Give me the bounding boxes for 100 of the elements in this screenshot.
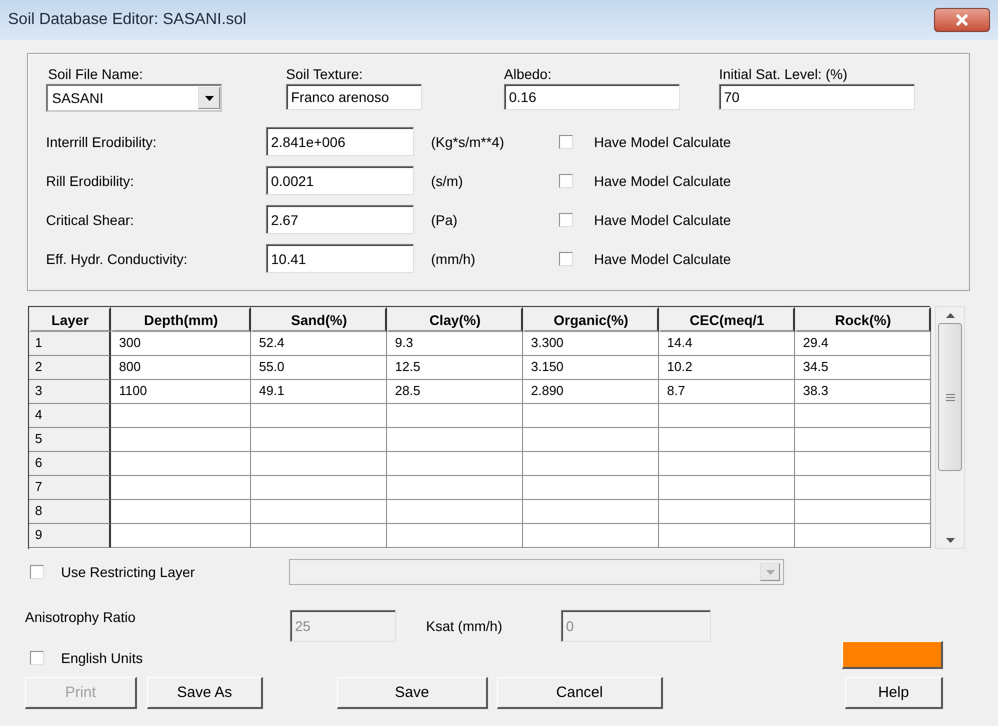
- table-cell[interactable]: 55.0: [251, 356, 387, 380]
- text-field[interactable]: Franco arenoso: [286, 84, 422, 110]
- table-cell[interactable]: 10.2: [659, 356, 795, 380]
- unit-label: (mm/h): [431, 250, 476, 266]
- checkbox[interactable]: [559, 252, 573, 266]
- parameter-field[interactable]: 0.0021: [266, 166, 414, 195]
- table-cell[interactable]: [111, 404, 251, 428]
- dialog-button[interactable]: Cancel: [497, 677, 663, 709]
- dialog-button[interactable]: Help: [845, 677, 943, 709]
- column-header: Depth(mm): [111, 307, 251, 332]
- table-cell[interactable]: [251, 428, 387, 452]
- table-cell[interactable]: [387, 452, 523, 476]
- table-cell[interactable]: [111, 524, 251, 548]
- table-cell[interactable]: [111, 428, 251, 452]
- scroll-up-icon: [946, 312, 954, 318]
- table-cell[interactable]: 800: [111, 356, 251, 380]
- table-cell[interactable]: [795, 428, 931, 452]
- soil-file-dropdown[interactable]: SASANI: [46, 84, 222, 112]
- table-cell[interactable]: [111, 476, 251, 500]
- table-cell[interactable]: [387, 404, 523, 428]
- table-cell[interactable]: 1100: [111, 380, 251, 404]
- table-cell[interactable]: [251, 476, 387, 500]
- table-cell[interactable]: [523, 452, 659, 476]
- table-cell[interactable]: [659, 524, 795, 548]
- table-cell[interactable]: [659, 476, 795, 500]
- field-label: Anisotrophy Ratio: [25, 609, 137, 625]
- table-cell[interactable]: 3.300: [523, 332, 659, 356]
- table-cell[interactable]: 38.3: [795, 380, 931, 404]
- parameter-label: Eff. Hydr. Conductivity:: [46, 250, 188, 266]
- table-cell[interactable]: 49.1: [251, 380, 387, 404]
- checkbox-label: Have Model Calculate: [594, 212, 732, 228]
- unit-label: (Pa): [431, 212, 458, 228]
- column-header: Sand(%): [251, 307, 387, 332]
- table-cell[interactable]: [251, 500, 387, 524]
- row-header: 9: [29, 524, 111, 548]
- table-cell[interactable]: 14.4: [659, 332, 795, 356]
- table-cell[interactable]: [795, 404, 931, 428]
- table-cell[interactable]: [523, 428, 659, 452]
- text-field[interactable]: 70: [719, 84, 915, 110]
- table-cell[interactable]: [523, 524, 659, 548]
- row-header: 3: [29, 380, 111, 404]
- table-cell[interactable]: [387, 476, 523, 500]
- parameter-label: Critical Shear:: [46, 212, 135, 228]
- table-cell[interactable]: [251, 452, 387, 476]
- scrollbar[interactable]: [935, 306, 965, 549]
- table-cell[interactable]: [523, 404, 659, 428]
- unit-label: (s/m): [431, 172, 464, 188]
- scrollbar-thumb[interactable]: [938, 323, 962, 471]
- checkbox-label: English Units: [61, 650, 143, 666]
- checkbox[interactable]: [30, 651, 44, 665]
- table-cell[interactable]: [251, 404, 387, 428]
- color-button[interactable]: [842, 641, 943, 669]
- table-cell[interactable]: [659, 404, 795, 428]
- parameter-field[interactable]: 2.67: [266, 205, 414, 234]
- column-header: Layer: [29, 307, 111, 332]
- table-cell[interactable]: [111, 500, 251, 524]
- table-cell[interactable]: 300: [111, 332, 251, 356]
- table-cell[interactable]: [659, 452, 795, 476]
- checkbox[interactable]: [559, 134, 573, 148]
- table-cell[interactable]: [387, 524, 523, 548]
- table-cell[interactable]: [795, 524, 931, 548]
- table-cell[interactable]: [523, 476, 659, 500]
- checkbox[interactable]: [559, 174, 573, 188]
- table-cell[interactable]: 2.890: [523, 380, 659, 404]
- row-header: 8: [29, 500, 111, 524]
- table-cell[interactable]: [795, 476, 931, 500]
- row-header: 2: [29, 356, 111, 380]
- checkbox[interactable]: [559, 212, 573, 226]
- close-button[interactable]: [934, 8, 990, 32]
- checkbox-label: Have Model Calculate: [594, 134, 732, 150]
- table-cell[interactable]: 34.5: [795, 356, 931, 380]
- table-cell[interactable]: [795, 452, 931, 476]
- table-cell[interactable]: [659, 428, 795, 452]
- dialog-button[interactable]: Save: [337, 677, 488, 709]
- checkbox-label: Use Restricting Layer: [61, 564, 196, 580]
- column-header: CEC(meq/1: [659, 307, 795, 332]
- parameter-field[interactable]: 10.41: [266, 244, 414, 273]
- table-cell[interactable]: 29.4: [795, 332, 931, 356]
- table-cell[interactable]: 52.4: [251, 332, 387, 356]
- table-cell[interactable]: [659, 500, 795, 524]
- caret-icon: [204, 96, 214, 100]
- parameter-label: Rill Erodibility:: [46, 172, 135, 188]
- table-cell[interactable]: 8.7: [659, 380, 795, 404]
- dialog-button[interactable]: Save As: [147, 677, 263, 709]
- scroll-down-icon: [946, 538, 954, 542]
- table-cell[interactable]: [251, 524, 387, 548]
- table-cell[interactable]: [795, 500, 931, 524]
- table-cell[interactable]: [523, 500, 659, 524]
- table-cell[interactable]: 9.3: [387, 332, 523, 356]
- parameter-field[interactable]: 2.841e+006: [266, 127, 414, 156]
- table-cell[interactable]: 12.5: [387, 356, 523, 380]
- text-field[interactable]: 0.16: [504, 84, 680, 110]
- checkbox-label: Have Model Calculate: [594, 172, 732, 188]
- table-cell[interactable]: [387, 428, 523, 452]
- table-cell[interactable]: [387, 500, 523, 524]
- column-header: Clay(%): [387, 307, 523, 332]
- table-cell[interactable]: 3.150: [523, 356, 659, 380]
- table-cell[interactable]: [111, 452, 251, 476]
- window-title: Soil Database Editor: SASANI.sol: [8, 11, 246, 29]
- table-cell[interactable]: 28.5: [387, 380, 523, 404]
